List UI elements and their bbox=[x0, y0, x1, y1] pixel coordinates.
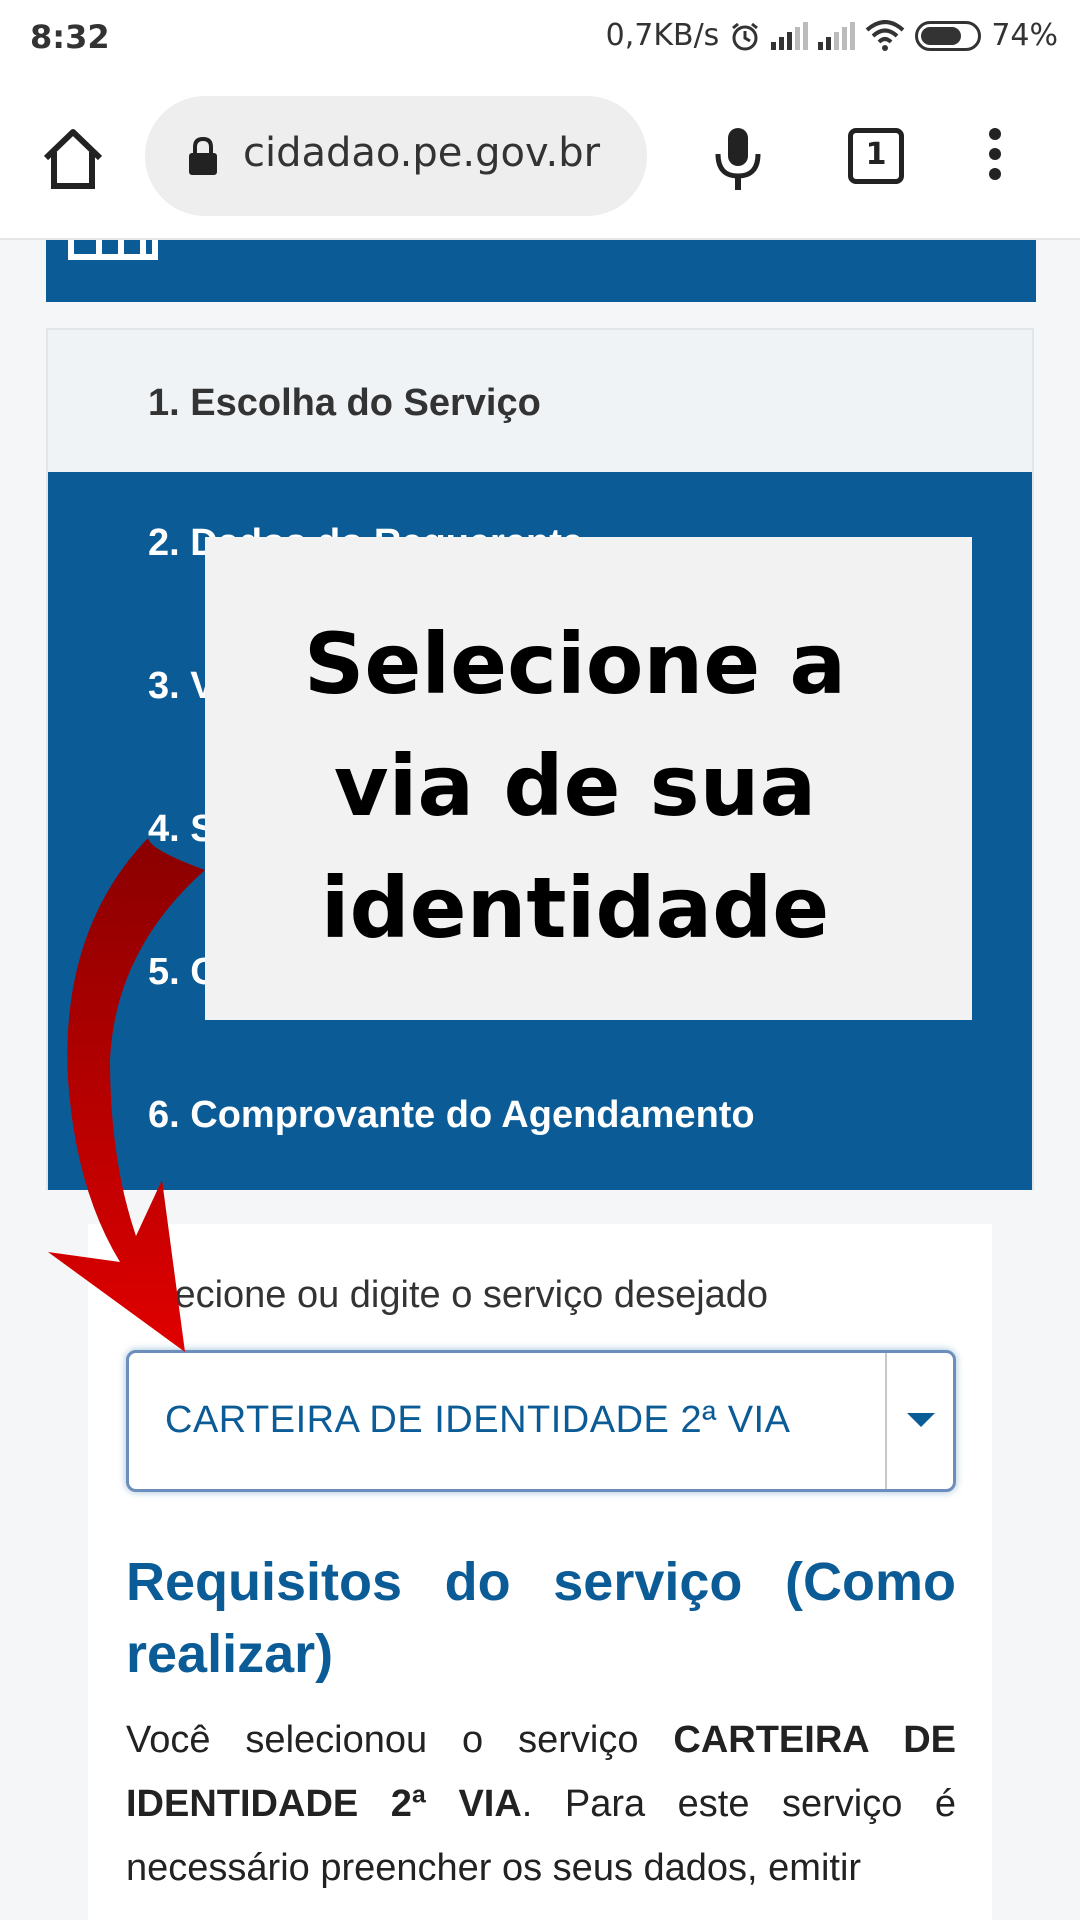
select-divider bbox=[885, 1353, 887, 1489]
tabs-icon[interactable]: 1 bbox=[848, 128, 904, 184]
requirements-text-prefix: Você selecionou o serviço bbox=[126, 1719, 674, 1761]
status-icons: 0,7KB/s 74% bbox=[606, 18, 1058, 53]
lock-icon bbox=[189, 136, 217, 175]
microphone-icon[interactable] bbox=[710, 124, 766, 194]
instruction-line: Selecione a bbox=[303, 615, 847, 713]
browser-toolbar: cidadao.pe.gov.br 1 bbox=[0, 76, 1080, 240]
signal-icon bbox=[818, 21, 856, 50]
url-bar[interactable]: cidadao.pe.gov.br bbox=[145, 96, 647, 216]
service-select-value[interactable]: CARTEIRA DE IDENTIDADE 2ª VIA bbox=[165, 1399, 790, 1442]
instruction-line: via de sua bbox=[333, 737, 817, 835]
url-text[interactable]: cidadao.pe.gov.br bbox=[243, 130, 623, 176]
step-item[interactable]: 6. Comprovante do Agendamento bbox=[148, 1094, 755, 1137]
battery-icon bbox=[915, 20, 982, 51]
signal-icon bbox=[771, 21, 809, 50]
service-form: lecione ou digite o serviço desejado CAR… bbox=[88, 1224, 992, 1920]
instruction-text: Selecione a via de sua identidade bbox=[205, 603, 945, 969]
home-icon[interactable] bbox=[38, 124, 108, 194]
status-time: 8:32 bbox=[30, 18, 110, 56]
status-bar: 8:32 0,7KB/s 74% bbox=[0, 0, 1080, 76]
header-banner bbox=[46, 240, 1036, 302]
chevron-down-icon[interactable] bbox=[907, 1413, 935, 1427]
wifi-icon bbox=[865, 19, 905, 51]
battery-level: 74% bbox=[991, 18, 1058, 53]
instruction-line: identidade bbox=[320, 859, 830, 957]
instruction-overlay: Selecione a via de sua identidade bbox=[205, 537, 972, 1020]
step-label: 1. Escolha do Serviço bbox=[148, 382, 541, 424]
service-select[interactable]: CARTEIRA DE IDENTIDADE 2ª VIA bbox=[126, 1350, 956, 1492]
network-speed: 0,7KB/s bbox=[605, 18, 720, 53]
grid-icon bbox=[68, 240, 158, 260]
more-vert-icon[interactable] bbox=[980, 128, 1010, 188]
requirements-title: Requisitos do serviço (Como realizar) bbox=[126, 1552, 956, 1684]
step-item[interactable]: 1. Escolha do Serviço bbox=[48, 330, 1032, 472]
requirements-text: Você selecionou o serviço CARTEIRA DE ID… bbox=[126, 1708, 956, 1900]
alarm-icon bbox=[732, 22, 759, 50]
page-content: 1. Escolha do Serviço 2. Dados do Requer… bbox=[0, 240, 1080, 1920]
service-field-label: lecione ou digite o serviço desejado bbox=[166, 1274, 769, 1316]
